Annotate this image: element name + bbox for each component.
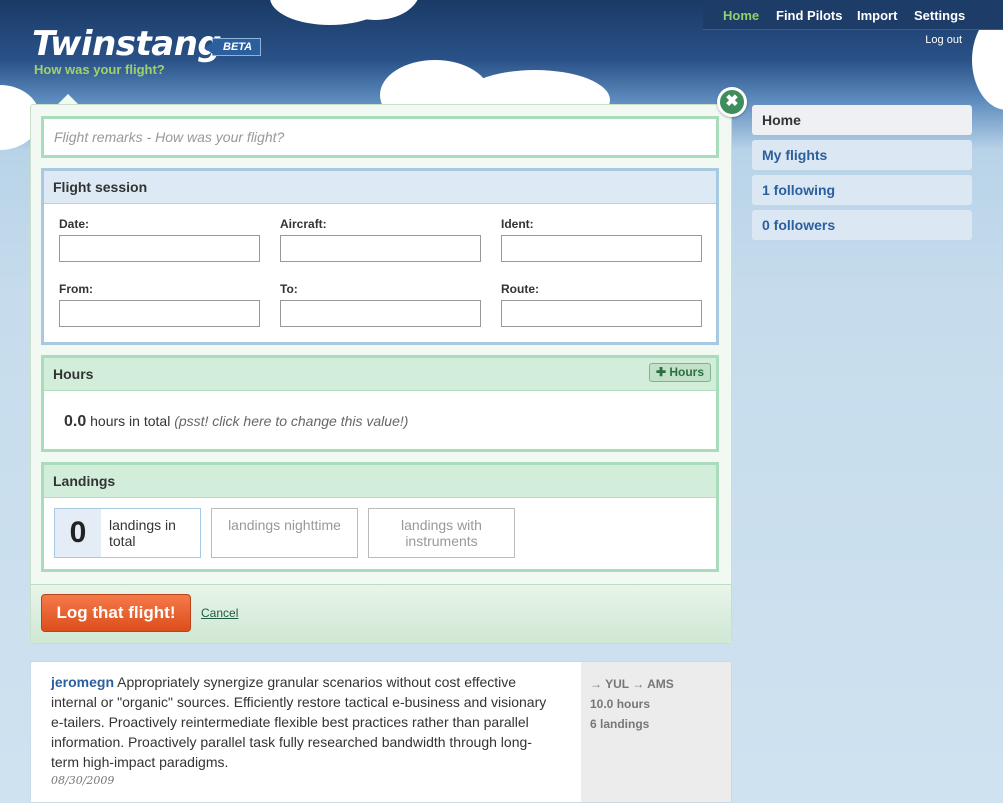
logout-link[interactable]: Log out — [925, 34, 962, 46]
to-label: To: — [280, 282, 298, 296]
feed-user-link[interactable]: jeromegn — [51, 674, 114, 690]
feed-landings: 6 landings — [590, 717, 650, 731]
site-header: Twinstang BETA How was your flight? Home… — [0, 0, 1003, 104]
hours-hint: (psst! click here to change this value!) — [174, 413, 409, 429]
feed-remarks: Appropriately synergize granular scenari… — [51, 674, 547, 770]
feed-route: → YUL → AMS — [590, 677, 674, 691]
nav-home[interactable]: Home — [723, 8, 759, 23]
beta-badge: BETA — [203, 38, 262, 56]
feed-flight-summary: → YUL → AMS 10.0 hours 6 landings — [581, 662, 731, 802]
landings-title: Landings — [44, 465, 716, 498]
hours-section: Hours ✚ Hours 0.0 hours in total (psst! … — [41, 355, 719, 452]
landings-night-box[interactable]: landings nighttime — [211, 508, 358, 558]
ident-field[interactable] — [501, 235, 702, 262]
flight-remarks-input[interactable]: Flight remarks - How was your flight? — [41, 116, 719, 158]
hours-value: 0.0 — [64, 413, 87, 430]
hours-title: Hours — [44, 358, 716, 391]
landings-total-label: landings in total — [109, 517, 176, 549]
close-icon[interactable]: ✖ — [717, 87, 747, 117]
ident-label: Ident: — [501, 217, 534, 231]
log-flight-button[interactable]: Log that flight! — [41, 594, 191, 632]
sidebar-navigation: Home My flights 1 following 0 followers — [752, 105, 972, 245]
hours-total[interactable]: 0.0 hours in total (psst! click here to … — [64, 413, 408, 431]
site-tagline: How was your flight? — [34, 62, 165, 77]
landings-total-value: 0 — [55, 509, 101, 557]
landings-total-box[interactable]: 0 landings in total — [54, 508, 201, 558]
flight-feed-item: jeromegn Appropriately synergize granula… — [30, 661, 732, 803]
flight-session-title: Flight session — [44, 171, 716, 204]
route-field[interactable] — [501, 300, 702, 327]
add-hours-button[interactable]: ✚ Hours — [648, 363, 711, 382]
from-label: From: — [59, 282, 93, 296]
hours-unit: hours in total — [86, 413, 175, 429]
feed-hours: 10.0 hours — [590, 697, 651, 711]
sidebar-item-following[interactable]: 1 following — [752, 175, 972, 205]
to-field[interactable] — [280, 300, 481, 327]
sidebar-item-my-flights[interactable]: My flights — [752, 140, 972, 170]
nav-find-pilots[interactable]: Find Pilots — [776, 8, 842, 23]
sidebar-item-home[interactable]: Home — [752, 105, 972, 135]
nav-import[interactable]: Import — [857, 8, 897, 23]
top-navigation: Home Find Pilots Import Settings — [703, 0, 1003, 30]
panel-pointer — [58, 94, 78, 104]
date-field[interactable] — [59, 235, 260, 262]
from-field[interactable] — [59, 300, 260, 327]
nav-settings[interactable]: Settings — [914, 8, 965, 23]
route-label: Route: — [501, 282, 539, 296]
feed-date: 08/30/2009 — [51, 774, 115, 787]
cancel-link[interactable]: Cancel — [201, 606, 238, 620]
landings-instrument-box[interactable]: landings with instruments — [368, 508, 515, 558]
landings-instrument-label: landings with instruments — [401, 517, 482, 549]
landings-night-label: landings nighttime — [228, 517, 341, 533]
site-logo[interactable]: Twinstang — [32, 24, 222, 64]
flight-session-section: Flight session Date: Aircraft: Ident: Fr… — [41, 168, 719, 345]
date-label: Date: — [59, 217, 90, 231]
feed-item-body: jeromegn Appropriately synergize granula… — [51, 672, 551, 772]
landings-section: Landings 0 landings in total landings ni… — [41, 462, 719, 572]
sidebar-item-followers[interactable]: 0 followers — [752, 210, 972, 240]
aircraft-label: Aircraft: — [280, 217, 327, 231]
aircraft-field[interactable] — [280, 235, 481, 262]
